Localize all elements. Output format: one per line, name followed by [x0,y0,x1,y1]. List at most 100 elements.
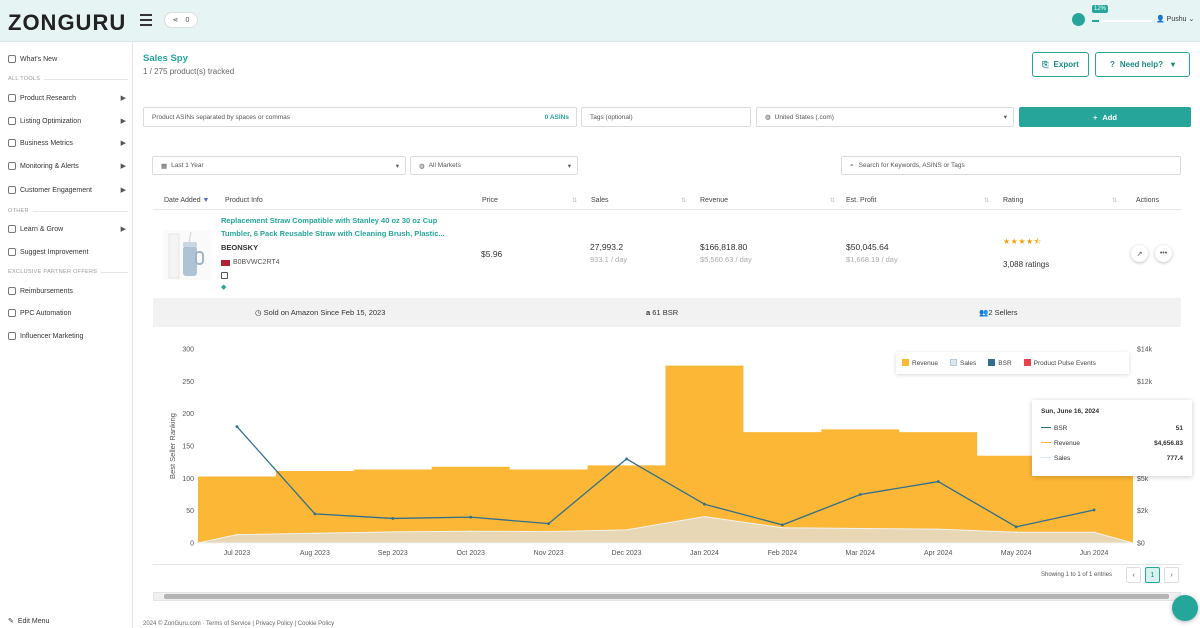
search-placeholder: Search for Keywords, ASINS or Tags [858,162,965,169]
y-right-tick-label: $12k [1137,379,1153,386]
header-price[interactable]: Price [482,197,498,204]
tag-icon[interactable]: ◆ [221,283,226,291]
prev-page-button[interactable]: ‹ [1126,567,1141,583]
keyword-search-input[interactable]: ⌕ Search for Keywords, ASINS or Tags [841,156,1181,175]
sales-point [469,530,472,533]
share-button[interactable]: ⋖ 0 [164,12,198,28]
hamburger-menu-icon[interactable] [140,14,152,26]
caret-down-icon: ▾ [567,162,571,170]
sidebar-item-listing-optimization[interactable]: Listing Optimization ▶ [8,117,128,125]
product-revenue-per-day: $5,560.63 / day [700,255,752,264]
bsr-point [1014,525,1018,529]
help-label: Need help? [1119,60,1163,69]
more-actions-button[interactable]: ••• [1155,245,1172,262]
product-asin[interactable]: B0BVWC2RT4 [233,259,280,266]
legend-sales[interactable]: Sales [950,359,976,367]
image-icon[interactable] [221,272,228,279]
plus-icon: + [1093,112,1098,122]
chevron-down-icon: ⌄ [1188,16,1195,23]
user-menu[interactable]: 👤 Pushu ⌄ [1156,15,1194,23]
sidebar-item-business-metrics[interactable]: Business Metrics ▶ [8,139,128,147]
bsr-point [780,523,784,527]
y-right-tick-label: $14k [1137,347,1153,354]
product-brand: BEONSKY [221,243,259,252]
revenue-area [198,365,1133,543]
tags-input[interactable]: Tags (optional) [581,107,751,127]
product-title-line: Tumbler, 6 Pack Reusable Straw with Clea… [221,228,445,238]
date-range-value: Last 1 Year [171,162,204,169]
edit-menu-link[interactable]: ✎ Edit Menu [8,617,128,626]
header-product-info[interactable]: Product Info [225,197,263,204]
edit-menu-label: Edit Menu [17,617,50,625]
export-button[interactable]: ⎘ Export [1032,52,1089,77]
page-1-button[interactable]: 1 [1145,567,1160,583]
horizontal-scrollbar[interactable] [153,592,1181,601]
book-icon [8,225,16,233]
sort-icon: ⇅ [572,198,578,204]
add-button[interactable]: + Add [1019,107,1191,127]
chart-icon [8,117,16,125]
legend-bsr[interactable]: BSR [988,359,1012,367]
setup-progress[interactable]: 12% [1072,5,1162,28]
scrollbar-thumb[interactable] [164,594,1169,599]
y-left-tick-label: 250 [182,379,194,386]
sort-icon: ⇅ [1112,198,1118,204]
chevron-right-icon: ▶ [120,163,126,170]
markets-select[interactable]: ◍ All Markets ▾ [410,156,578,175]
legend-pulse-events[interactable]: Product Pulse Events [1023,359,1096,367]
date-range-select[interactable]: ▦ Last 1 Year ▾ [152,156,406,175]
legend-revenue[interactable]: Revenue [902,359,938,367]
header-est-profit[interactable]: Est. Profit [846,197,876,204]
zonguru-logo[interactable]: ZONGURU [8,10,126,36]
bsr-point [858,493,862,496]
amazon-icon: a [646,308,651,317]
sidebar-item-product-research[interactable]: Product Research ▶ [8,94,128,102]
sellers-info: 👥2 Sellers [979,308,1018,317]
section-all-tools: ALL TOOLS [8,76,128,82]
header-actions: Actions [1136,197,1159,204]
sidebar-item-ppc-automation[interactable]: PPC Automation [8,309,128,317]
y-left-tick-label: 200 [182,411,194,418]
trend-chart-button[interactable]: ↗ [1131,245,1148,262]
sort-desc-icon: ▼ [202,197,210,204]
users-icon: 👥 [979,308,989,317]
need-help-button[interactable]: ? Need help? ▾ [1095,52,1190,77]
y-axis-label: Best Seller Ranking [168,413,177,479]
export-label: Export [1053,60,1079,69]
asin-input[interactable]: Product ASINs separated by spaces or com… [143,107,577,127]
bsr-point [936,480,940,483]
x-tick-label: Mar 2024 [846,550,876,557]
product-image[interactable] [163,230,211,280]
chevron-right-icon: ▶ [120,140,126,147]
sidebar-item-reimbursements[interactable]: Reimbursements [8,287,128,295]
footer-text: 2024 © ZonGuru.com · Terms of Service | … [143,621,335,627]
sidebar-item-whats-new[interactable]: What's New [8,55,128,63]
main-content: Sales Spy 1 / 275 product(s) tracked ⎘ Ex… [133,42,1200,628]
y-left-tick-label: 0 [190,541,194,548]
sales-point [1015,531,1017,533]
tooltip-row-sales: Sales 777.4 [1041,455,1183,462]
share-icon: ⋖ [172,17,179,24]
tooltip-value: 777.4 [1166,455,1183,462]
y-left-tick-label: 300 [182,347,194,354]
progress-track [1092,20,1152,22]
chat-support-button[interactable] [1172,595,1198,621]
marketplace-select[interactable]: ◍ United States (.com) ▾ [756,107,1014,127]
header-revenue[interactable]: Revenue [700,197,728,204]
y-left-tick-label: 150 [182,444,194,451]
tooltip-label: Sales [1054,455,1071,462]
sidebar-item-learn-grow[interactable]: Learn & Grow ▶ [8,225,128,233]
markets-value: All Markets [428,162,461,169]
sidebar-item-influencer-marketing[interactable]: Influencer Marketing [8,332,128,340]
next-page-button[interactable]: › [1164,567,1179,583]
product-title-link[interactable]: Replacement Straw Compatible with Stanle… [221,215,481,240]
product-price: $5.96 [481,249,503,259]
trend-icon [8,309,16,317]
bsr-point [391,517,395,520]
header-sales[interactable]: Sales [591,197,609,204]
sidebar-item-customer-engagement[interactable]: Customer Engagement ▶ [8,186,128,194]
header-rating[interactable]: Rating [1003,197,1023,204]
sidebar-item-monitoring-alerts[interactable]: Monitoring & Alerts ▶ [8,162,128,170]
header-date-added[interactable]: Date Added ▼ [164,197,209,204]
sidebar-item-suggest-improvement[interactable]: Suggest Improvement [8,248,128,256]
